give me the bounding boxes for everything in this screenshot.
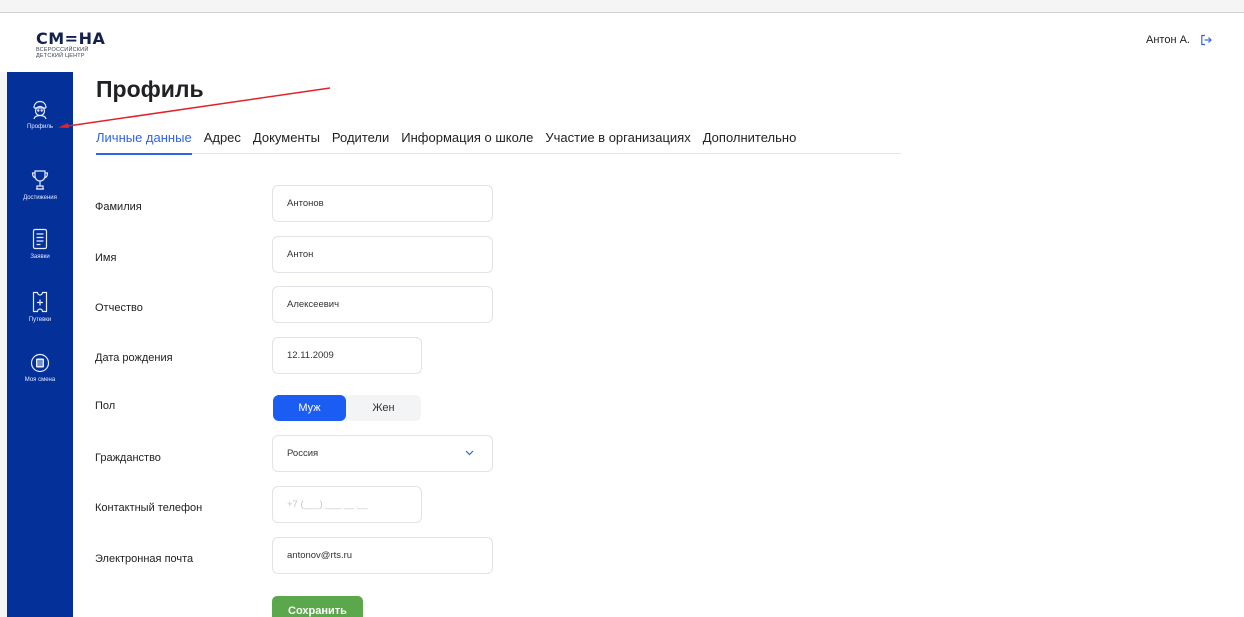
profile-tabs: Личные данные Адрес Документы Родители И…	[96, 130, 901, 155]
email-value: antonov@rts.ru	[287, 550, 353, 561]
patronymic-label: Отчество	[95, 302, 143, 314]
smena-logo[interactable]: СМ=НА ВСЕРОССИЙСКИЙ ДЕТСКИЙ ЦЕНТР	[36, 29, 106, 60]
list-circle-icon	[30, 353, 50, 373]
citizenship-select[interactable]: Россия	[272, 435, 493, 472]
user-name[interactable]: Антон А.	[1146, 34, 1190, 46]
sidebar-item-profile[interactable]: Профиль	[7, 100, 73, 130]
gender-toggle: Муж Жен	[273, 395, 421, 421]
phone-field[interactable]: +7 (___) ___ __ __	[272, 486, 422, 523]
main-content: Профиль Личные данные Адрес Документы Ро…	[73, 72, 1244, 617]
phone-placeholder: +7 (___) ___ __ __	[287, 499, 368, 510]
page-title: Профиль	[96, 76, 204, 102]
logo-subtitle-line2: ДЕТСКИЙ ЦЕНТР	[36, 53, 85, 59]
birth-date-label: Дата рождения	[95, 352, 173, 364]
tab-address[interactable]: Адрес	[204, 130, 241, 154]
sidebar-item-label: Моя смена	[24, 377, 56, 383]
trophy-icon	[31, 170, 49, 190]
first-name-value: Антон	[287, 249, 314, 260]
tab-personal-data[interactable]: Личные данные	[96, 130, 192, 155]
tab-additional[interactable]: Дополнительно	[703, 130, 797, 154]
user-menu: Антон А.	[1146, 34, 1212, 46]
first-name-field[interactable]: Антон	[272, 236, 493, 273]
citizenship-value: Россия	[287, 448, 319, 459]
profile-icon	[33, 100, 47, 120]
sidebar-item-label: Профиль	[27, 124, 53, 130]
citizenship-label: Гражданство	[95, 452, 161, 464]
app-header: СМ=НА ВСЕРОССИЙСКИЙ ДЕТСКИЙ ЦЕНТР Антон …	[0, 13, 1244, 72]
gender-option-male[interactable]: Муж	[273, 395, 346, 421]
birth-date-value: 12.11.2009	[287, 350, 334, 361]
patronymic-value: Алексеевич	[287, 299, 340, 310]
sidebar-item-label: Путевки	[28, 317, 52, 323]
last-name-label: Фамилия	[95, 201, 142, 213]
tab-organizations[interactable]: Участие в организациях	[545, 130, 690, 154]
sidebar-item-vouchers[interactable]: Путевки	[7, 291, 73, 323]
sidebar-item-label: Заявки	[30, 254, 50, 260]
sidebar-item-my-shift[interactable]: Моя смена	[7, 353, 73, 383]
chevron-down-icon	[465, 450, 474, 456]
sidebar-item-achievements[interactable]: Достижения	[7, 169, 73, 201]
tab-parents[interactable]: Родители	[332, 130, 389, 154]
phone-label: Контактный телефон	[95, 502, 203, 514]
last-name-field[interactable]: Антонов	[272, 185, 493, 222]
last-name-value: Антонов	[287, 198, 324, 209]
patronymic-field[interactable]: Алексеевич	[272, 286, 493, 323]
first-name-label: Имя	[95, 252, 117, 264]
tab-documents[interactable]: Документы	[253, 130, 320, 154]
voucher-icon	[32, 291, 48, 313]
logo-wordmark: СМ=НА	[36, 29, 106, 48]
email-label: Электронная почта	[95, 553, 194, 565]
gender-option-female[interactable]: Жен	[346, 395, 421, 421]
email-field[interactable]: antonov@rts.ru	[272, 537, 493, 574]
sidebar-item-applications[interactable]: Заявки	[7, 228, 73, 260]
document-icon	[32, 228, 48, 250]
logout-icon[interactable]	[1200, 34, 1212, 46]
tab-school-info[interactable]: Информация о школе	[401, 130, 533, 154]
birth-date-field[interactable]: 12.11.2009	[272, 337, 422, 374]
save-button[interactable]: Сохранить	[272, 596, 363, 617]
sidebar: Профиль Достижения Заявки Путевки Моя см…	[7, 72, 73, 617]
sidebar-item-label: Достижения	[23, 195, 57, 201]
gender-label: Пол	[95, 400, 116, 412]
